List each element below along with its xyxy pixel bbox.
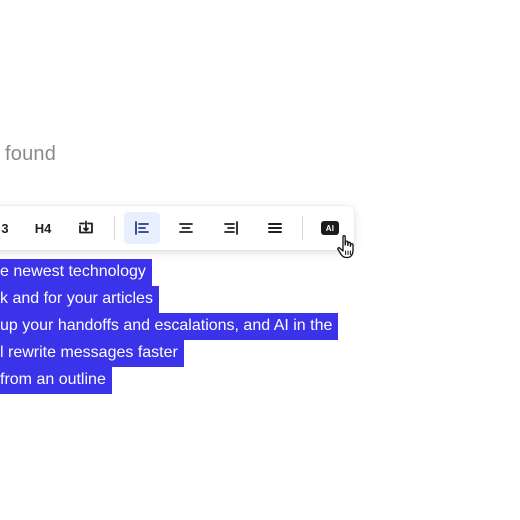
selected-line: k and for your articles [0,285,338,313]
editor-canvas: found 3 H4 AI e newest technology k and … [0,0,520,520]
heading-3-button[interactable]: 3 [0,212,18,244]
selected-line-text: e newest technology [0,259,152,286]
hand-pointer-cursor-icon [337,235,354,259]
selected-text-block[interactable]: e newest technology k and for your artic… [0,258,339,394]
selected-line-text: k and for your articles [0,286,159,313]
formatting-toolbar: 3 H4 AI [0,206,354,250]
ai-badge-icon: AI [321,221,339,235]
selected-line-text: from an outline [0,367,112,394]
align-right-icon [224,221,238,235]
justify-button[interactable] [259,212,291,244]
selected-line-text: l rewrite messages faster [0,340,184,367]
selected-line: l rewrite messages faster [0,339,338,367]
selected-line: from an outline [0,366,338,394]
collapsible-block-icon [79,220,93,234]
page-heading-fragment: found [5,143,57,165]
align-left-icon [135,221,149,235]
align-center-icon [179,223,193,233]
selected-line-text: up your handoffs and escalations, and AI… [0,313,339,340]
toolbar-divider [302,216,303,240]
collapsible-block-button[interactable] [70,212,102,244]
justify-icon [268,223,282,233]
heading-4-button[interactable]: H4 [28,212,58,244]
selected-line: e newest technology [0,258,338,286]
align-center-button[interactable] [170,212,202,244]
toolbar-divider [114,216,115,240]
align-left-button[interactable] [124,212,160,244]
align-right-button[interactable] [215,212,247,244]
selected-line: up your handoffs and escalations, and AI… [0,312,339,340]
